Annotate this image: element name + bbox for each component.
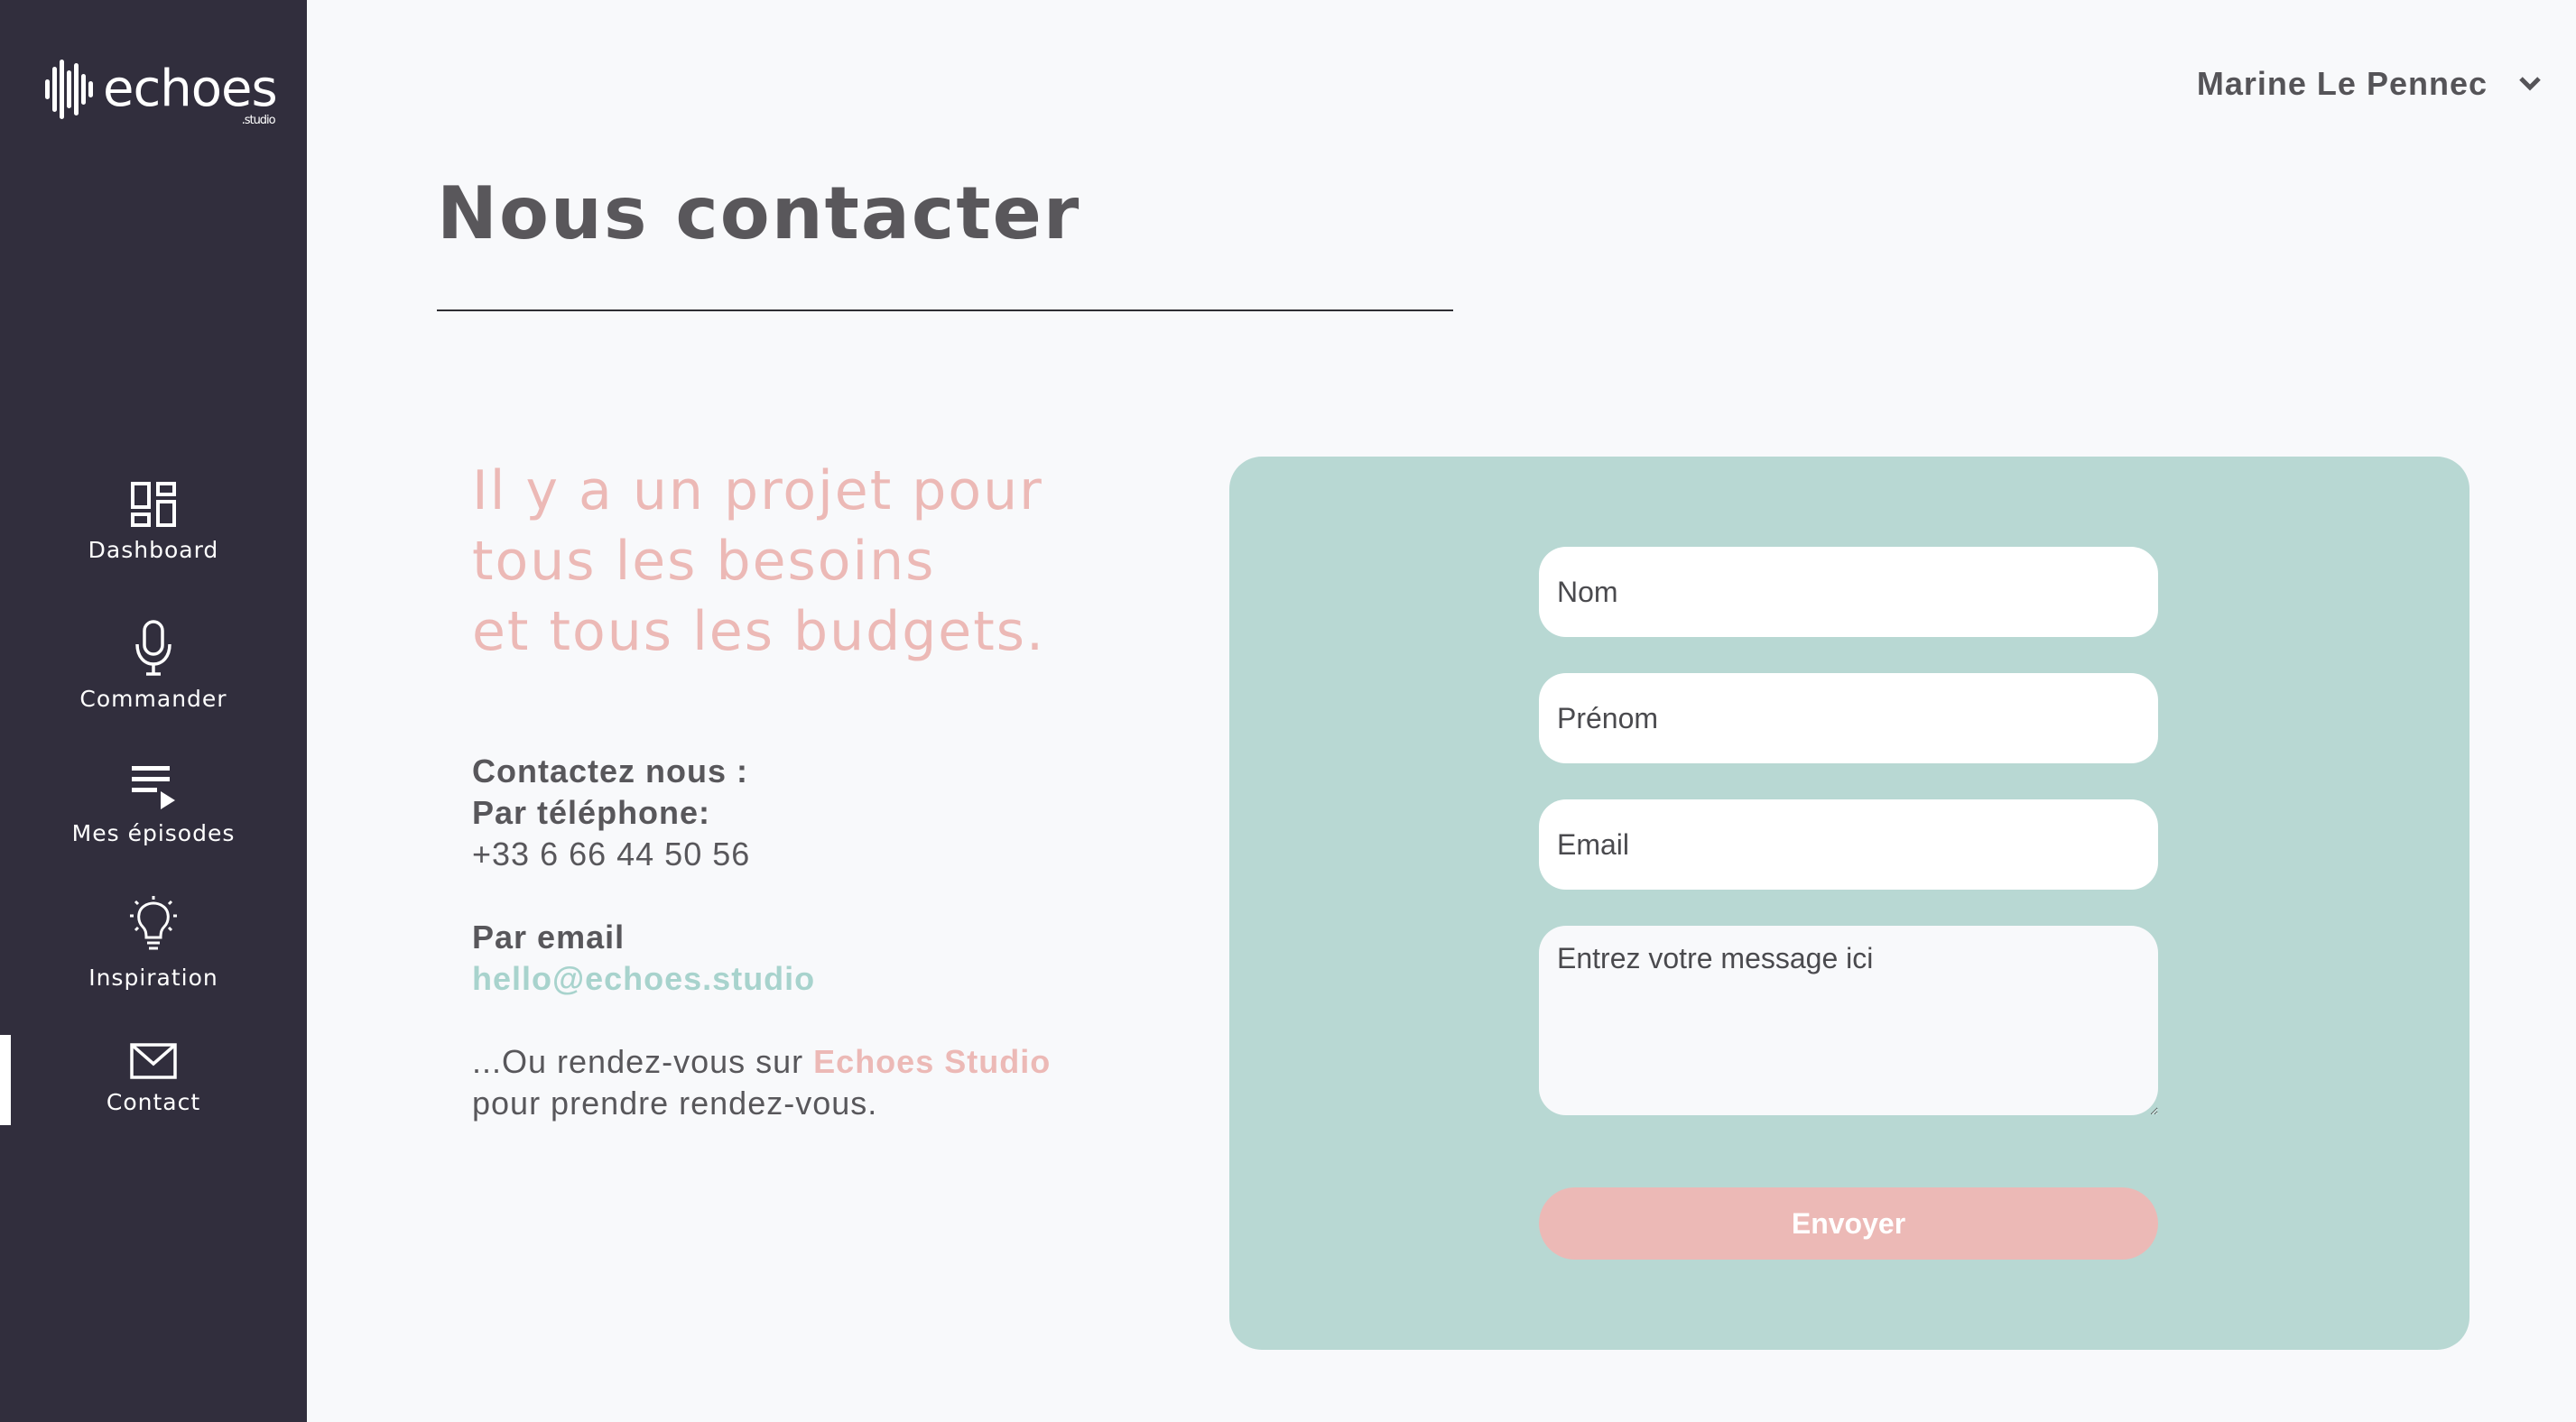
echoes-studio-link[interactable]: Echoes Studio bbox=[813, 1043, 1051, 1080]
tagline-line-3: et tous les budgets. bbox=[472, 600, 1046, 663]
visit-suffix: pour prendre rendez-vous. bbox=[472, 1085, 878, 1122]
user-menu[interactable]: Marine Le Pennec bbox=[2197, 65, 2542, 103]
visit-prefix: ...Ou rendez-vous sur bbox=[472, 1043, 814, 1080]
email-field[interactable] bbox=[1539, 799, 2158, 890]
mail-icon bbox=[130, 1043, 177, 1079]
contact-form-card: Envoyer bbox=[1229, 457, 2469, 1350]
page-title: Nous contacter bbox=[437, 171, 1081, 255]
email-link[interactable]: hello@echoes.studio bbox=[472, 958, 1051, 1000]
brand-sub: .studio bbox=[241, 114, 276, 127]
submit-button[interactable]: Envoyer bbox=[1539, 1187, 2158, 1260]
phone-label: Par téléphone: bbox=[472, 794, 711, 831]
microphone-icon bbox=[135, 620, 171, 676]
email-label: Par email bbox=[472, 919, 625, 956]
title-divider bbox=[437, 309, 1453, 311]
brand-wordmark: echoes bbox=[103, 60, 278, 118]
tagline-line-1: Il y a un projet pour bbox=[472, 459, 1043, 522]
contact-heading: Contactez nous : bbox=[472, 753, 749, 789]
brand-logo[interactable]: echoes .studio bbox=[45, 60, 278, 127]
phone-number: +33 6 66 44 50 56 bbox=[472, 836, 751, 873]
lightbulb-icon bbox=[130, 896, 177, 950]
prenom-field[interactable] bbox=[1539, 673, 2158, 763]
nav-label-contact: Contact bbox=[106, 1089, 201, 1115]
nav-label-commander: Commander bbox=[79, 686, 227, 712]
sidebar: echoes .studio Dashboard Commander Mes é… bbox=[0, 0, 307, 1422]
playlist-icon bbox=[132, 766, 175, 809]
visit-line: ...Ou rendez-vous sur Echoes Studio bbox=[472, 1041, 1051, 1083]
nav-item-mes-episodes[interactable]: Mes épisodes bbox=[0, 762, 307, 846]
nav-label-inspiration: Inspiration bbox=[88, 965, 218, 991]
nom-field[interactable] bbox=[1539, 547, 2158, 637]
chevron-down-icon bbox=[2519, 77, 2541, 91]
message-field[interactable] bbox=[1539, 926, 2158, 1115]
tagline-line-2: tous les besoins bbox=[472, 530, 936, 593]
brand-name: echoes .studio bbox=[103, 64, 278, 127]
contact-info: Contactez nous : Par téléphone: +33 6 66… bbox=[472, 751, 1051, 1124]
soundwave-logo-icon bbox=[45, 60, 93, 119]
nav-item-contact[interactable]: Contact bbox=[0, 1042, 307, 1115]
user-name: Marine Le Pennec bbox=[2196, 65, 2488, 102]
dashboard-icon bbox=[131, 482, 176, 527]
tagline: Il y a un projet pour tous les besoins e… bbox=[472, 456, 1045, 667]
nav-item-dashboard[interactable]: Dashboard bbox=[0, 481, 307, 563]
nav-label-mes-episodes: Mes épisodes bbox=[71, 820, 236, 846]
nav-item-commander[interactable]: Commander bbox=[0, 619, 307, 712]
nav-item-inspiration[interactable]: Inspiration bbox=[0, 896, 307, 991]
nav-label-dashboard: Dashboard bbox=[88, 537, 219, 563]
